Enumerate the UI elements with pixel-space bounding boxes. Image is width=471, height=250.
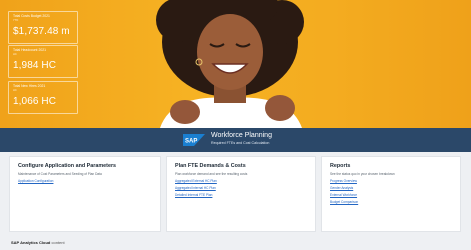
kpi-sublabel: YTD [13, 19, 19, 22]
footer-suffix: content [51, 240, 65, 245]
banner-subtitle: Required FTEs and Cost Calculation [211, 141, 270, 145]
budget-comparison-link[interactable]: Budget Comparison [330, 200, 452, 204]
banner-title: Workforce Planning [211, 132, 272, 139]
hero-banner: Total Costs Budget 2021 YTD $1,737.48 m … [0, 0, 471, 128]
kpi-sublabel: HC [13, 89, 17, 92]
card-title: Plan FTE Demands & Costs [175, 163, 246, 169]
kpi-value: 1,984 HC [13, 60, 57, 71]
kpi-label: Total Costs Budget 2021 [13, 14, 50, 18]
card-title: Configure Application and Parameters [18, 163, 117, 169]
svg-text:SAP: SAP [185, 139, 197, 145]
gender-analysis-link[interactable]: Gender Analysis [330, 186, 452, 190]
progress-overview-link[interactable]: Progress Overview [330, 179, 452, 183]
kpi-sublabel: HC [13, 53, 17, 56]
application-configuration-link[interactable]: Application Configuration [18, 179, 152, 183]
card-description: See the status quo in your chosen breakd… [330, 172, 395, 176]
kpi-label: Total New Hires 2021 [13, 84, 46, 88]
card-title: Reports [330, 163, 351, 169]
kpi-tile-total-new-hires[interactable]: Total New Hires 2021 HC 1,066 HC [8, 81, 78, 114]
aggregated-internal-hc-plan-link[interactable]: Aggregated Internal HC Plan [175, 186, 307, 190]
sap-logo: SAP [183, 134, 205, 146]
kpi-value: 1,066 HC [13, 96, 57, 107]
kpi-value: $1,737.48 m [13, 26, 70, 37]
configure-card: Configure Application and Parameters Mai… [9, 156, 161, 232]
title-band: SAP Workforce Planning Required FTEs and… [0, 128, 471, 152]
aggregated-external-hc-plan-link[interactable]: Aggregated External HC Plan [175, 179, 307, 183]
card-description: Plan workforce demand and see the result… [175, 172, 248, 176]
card-description: Maintenance of Cost Parameters and Seedi… [18, 172, 102, 176]
kpi-label: Total Headcount 2021 [13, 48, 46, 52]
detailed-internal-fte-plan-link[interactable]: Detailed Internal FTE Plan [175, 193, 307, 197]
footer: SAP Analytics Cloud content [11, 240, 65, 245]
plan-card: Plan FTE Demands & Costs Plan workforce … [166, 156, 316, 232]
kpi-tile-total-headcount[interactable]: Total Headcount 2021 HC 1,984 HC [8, 45, 78, 78]
kpi-tile-total-costs[interactable]: Total Costs Budget 2021 YTD $1,737.48 m [8, 11, 78, 44]
reports-card: Reports See the status quo in your chose… [321, 156, 461, 232]
footer-brand: SAP Analytics Cloud [11, 240, 51, 245]
external-workforce-link[interactable]: External Workforce [330, 193, 452, 197]
